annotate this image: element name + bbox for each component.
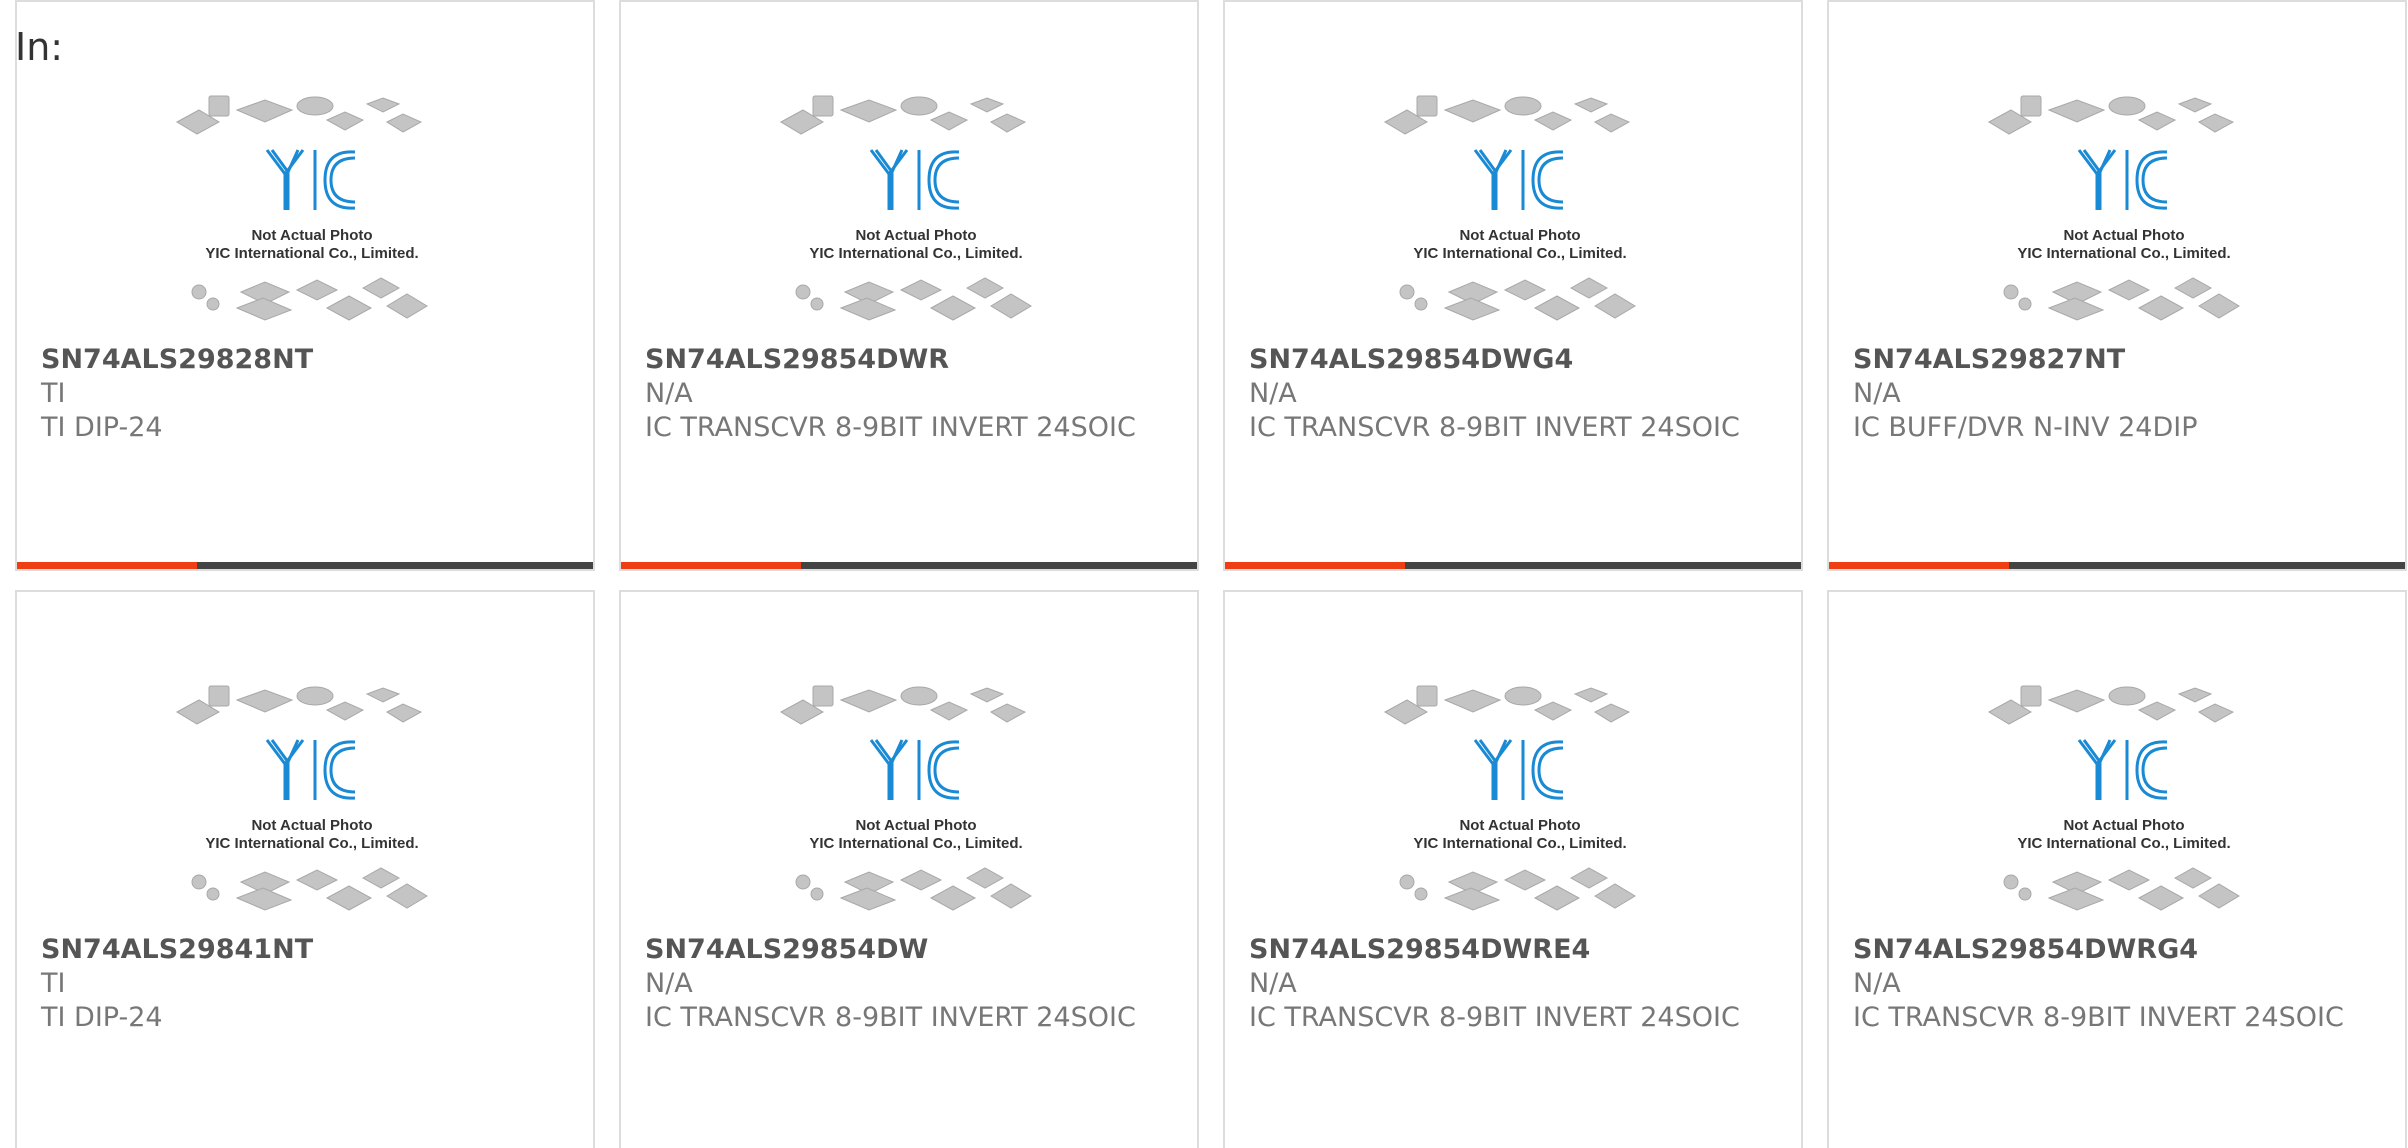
manufacturer: N/A <box>645 968 693 999</box>
photo-caption-line1: Not Actual Photo <box>251 817 372 834</box>
card-footer-bar <box>1225 562 1801 569</box>
description: TI DIP-24 <box>41 1002 163 1033</box>
card-footer-bar <box>621 562 1197 569</box>
photo-caption-line2: YIC International Co., Limited. <box>1413 835 1626 852</box>
photo-caption-line2: YIC International Co., Limited. <box>2017 245 2230 262</box>
part-number[interactable]: SN74ALS29854DWRG4 <box>1853 933 2198 967</box>
product-photo-placeholder: Not Actual Photo YIC International Co., … <box>771 92 1061 332</box>
part-number[interactable]: SN74ALS29854DWG4 <box>1249 343 1573 377</box>
product-card[interactable]: Not Actual Photo YIC International Co., … <box>15 590 595 1148</box>
photo-caption-line2: YIC International Co., Limited. <box>809 245 1022 262</box>
photo-caption-line2: YIC International Co., Limited. <box>205 835 418 852</box>
card-footer-bar <box>17 562 593 569</box>
product-photo-placeholder: Not Actual Photo YIC International Co., … <box>1375 682 1665 922</box>
card-accent-bar <box>1225 562 1405 569</box>
part-number[interactable]: SN74ALS29828NT <box>41 343 313 377</box>
part-number[interactable]: SN74ALS29854DWRE4 <box>1249 933 1590 967</box>
chip-collage-image: Not Actual Photo YIC International Co., … <box>175 685 428 911</box>
photo-caption-line2: YIC International Co., Limited. <box>1413 245 1626 262</box>
description: IC TRANSCVR 8-9BIT INVERT 24SOIC <box>645 1002 1136 1033</box>
manufacturer: N/A <box>645 378 693 409</box>
part-number[interactable]: SN74ALS29827NT <box>1853 343 2125 377</box>
photo-caption-line1: Not Actual Photo <box>855 817 976 834</box>
product-photo-placeholder: Not Actual Photo YIC International Co., … <box>771 682 1061 922</box>
chip-collage-image: Not Actual Photo YIC International Co., … <box>1987 685 2240 911</box>
photo-caption-line1: Not Actual Photo <box>2063 227 2184 244</box>
description: IC TRANSCVR 8-9BIT INVERT 24SOIC <box>1853 1002 2344 1033</box>
card-footer-bar <box>1829 562 2405 569</box>
product-photo-placeholder: Not Actual Photo YIC International Co., … <box>167 682 457 922</box>
chip-collage-image: Not Actual Photo YIC International Co., … <box>175 95 428 321</box>
manufacturer: N/A <box>1853 378 1901 409</box>
product-card[interactable]: Not Actual Photo YIC International Co., … <box>1223 0 1803 571</box>
chip-collage-image: Not Actual Photo YIC International Co., … <box>1383 685 1636 911</box>
product-photo-placeholder: Not Actual Photo YIC International Co., … <box>1979 682 2269 922</box>
description: TI DIP-24 <box>41 412 163 443</box>
product-photo-placeholder: Not Actual Photo YIC International Co., … <box>1979 92 2269 332</box>
product-photo-placeholder: Not Actual Photo YIC International Co., … <box>167 92 457 332</box>
photo-caption-line1: Not Actual Photo <box>251 227 372 244</box>
description: IC TRANSCVR 8-9BIT INVERT 24SOIC <box>1249 1002 1740 1033</box>
photo-caption-line1: Not Actual Photo <box>855 227 976 244</box>
product-card[interactable]: Not Actual Photo YIC International Co., … <box>15 0 595 571</box>
card-accent-bar <box>17 562 197 569</box>
description: IC TRANSCVR 8-9BIT INVERT 24SOIC <box>1249 412 1740 443</box>
product-photo-placeholder: Not Actual Photo YIC International Co., … <box>1375 92 1665 332</box>
chip-collage-image: Not Actual Photo YIC International Co., … <box>1383 95 1636 321</box>
part-number[interactable]: SN74ALS29854DWR <box>645 343 949 377</box>
product-card[interactable]: Not Actual Photo YIC International Co., … <box>619 0 1199 571</box>
chip-collage-image: Not Actual Photo YIC International Co., … <box>779 685 1032 911</box>
product-card[interactable]: Not Actual Photo YIC International Co., … <box>1827 590 2407 1148</box>
part-number[interactable]: SN74ALS29854DW <box>645 933 928 967</box>
product-grid: Not Actual Photo YIC International Co., … <box>15 0 2408 1148</box>
product-card[interactable]: Not Actual Photo YIC International Co., … <box>1827 0 2407 571</box>
description: IC BUFF/DVR N-INV 24DIP <box>1853 412 2198 443</box>
description: IC TRANSCVR 8-9BIT INVERT 24SOIC <box>645 412 1136 443</box>
photo-caption-line2: YIC International Co., Limited. <box>2017 835 2230 852</box>
photo-caption-line1: Not Actual Photo <box>2063 817 2184 834</box>
part-number[interactable]: SN74ALS29841NT <box>41 933 313 967</box>
product-card[interactable]: Not Actual Photo YIC International Co., … <box>619 590 1199 1148</box>
in-label: In: <box>15 25 64 69</box>
chip-collage-image: Not Actual Photo YIC International Co., … <box>1987 95 2240 321</box>
manufacturer: N/A <box>1249 378 1297 409</box>
photo-caption-line2: YIC International Co., Limited. <box>205 245 418 262</box>
product-card[interactable]: Not Actual Photo YIC International Co., … <box>1223 590 1803 1148</box>
photo-caption-line2: YIC International Co., Limited. <box>809 835 1022 852</box>
product-listing-page: Not Actual Photo YIC International Co., … <box>0 0 2408 1148</box>
manufacturer: N/A <box>1853 968 1901 999</box>
manufacturer: TI <box>41 378 66 409</box>
manufacturer: TI <box>41 968 66 999</box>
chip-collage-image: Not Actual Photo YIC International Co., … <box>779 95 1032 321</box>
card-accent-bar <box>1829 562 2009 569</box>
photo-caption-line1: Not Actual Photo <box>1459 227 1580 244</box>
manufacturer: N/A <box>1249 968 1297 999</box>
card-accent-bar <box>621 562 801 569</box>
photo-caption-line1: Not Actual Photo <box>1459 817 1580 834</box>
